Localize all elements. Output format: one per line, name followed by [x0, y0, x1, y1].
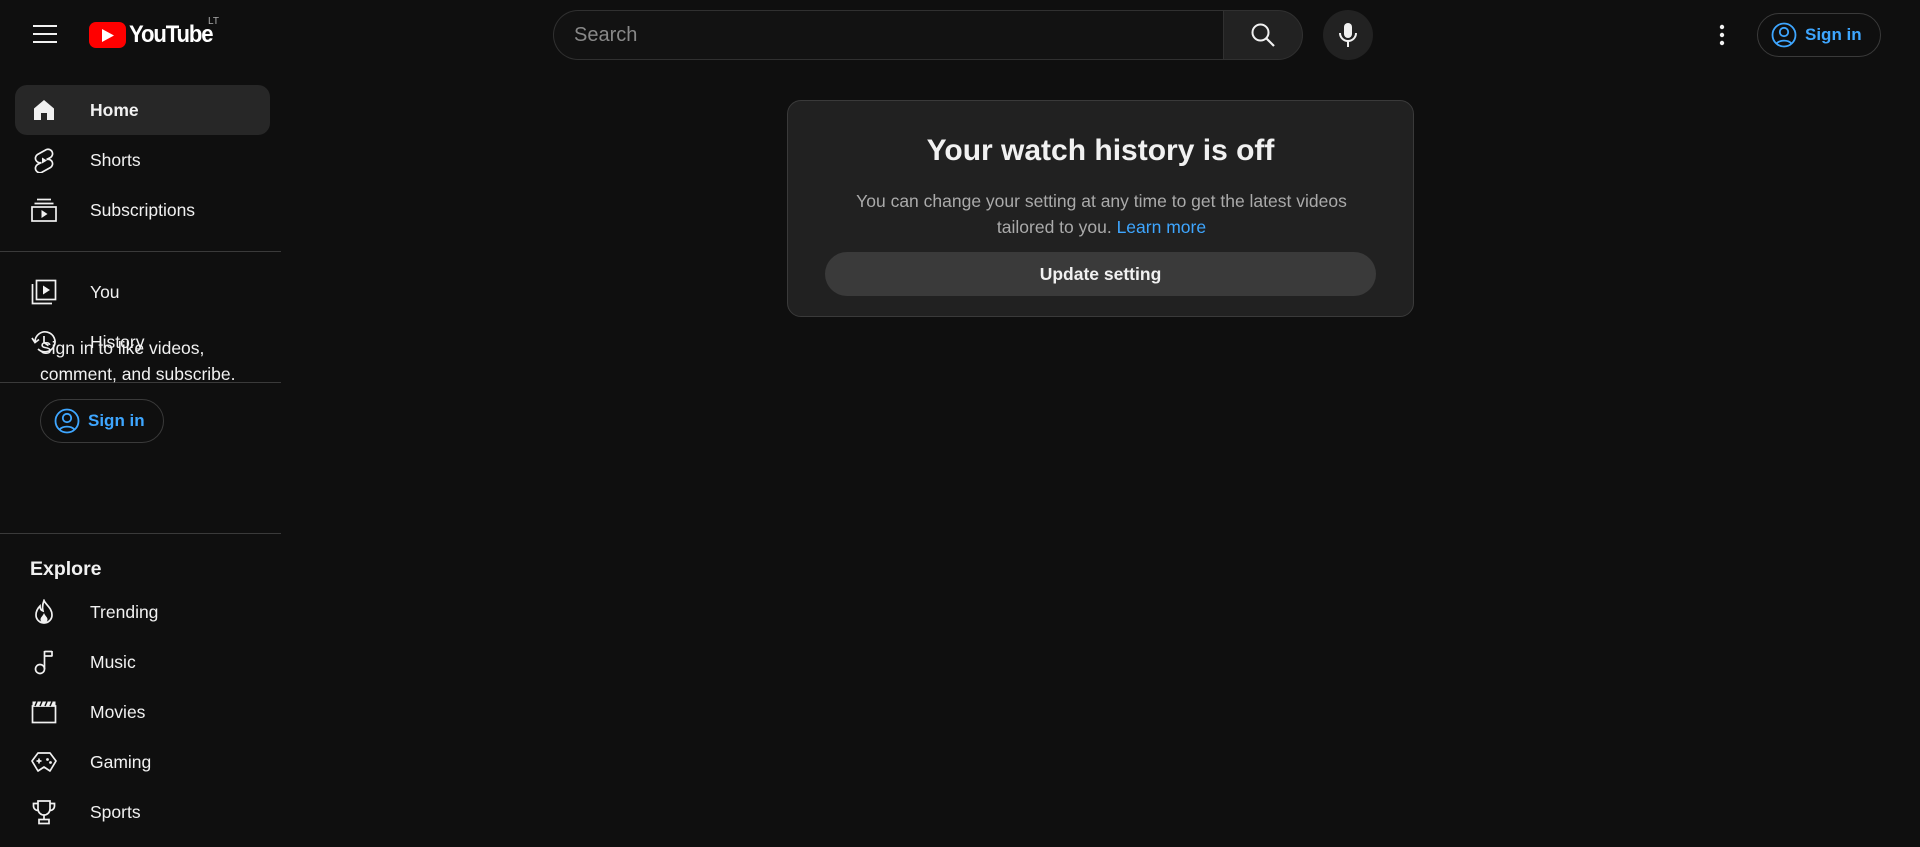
sidebar-item-label: You	[90, 281, 120, 302]
microphone-icon	[1339, 23, 1357, 47]
sidebar-item-label: Shorts	[90, 149, 141, 170]
card-title: Your watch history is off	[926, 134, 1275, 167]
account-icon	[1771, 22, 1797, 48]
sidebar-item-label: Movies	[90, 701, 146, 722]
subscriptions-icon	[29, 195, 59, 225]
youtube-logo[interactable]: YouTube LT	[89, 16, 220, 50]
watch-history-off-card: Your watch history is off You can change…	[787, 100, 1414, 317]
sidebar-item-label: Sports	[90, 801, 141, 822]
explore-section-title: Explore	[30, 558, 102, 580]
sign-in-label: Sign in	[1805, 25, 1862, 44]
search-icon	[1251, 23, 1275, 47]
sidebar-item-label: Music	[90, 651, 136, 672]
sidebar-item-music[interactable]: Music	[15, 637, 270, 687]
card-description: You can change your setting at any time …	[838, 188, 1365, 240]
search-bar	[553, 10, 1303, 60]
sidebar-item-label: Gaming	[90, 751, 152, 772]
gaming-icon	[29, 747, 59, 777]
more-vertical-icon	[1719, 24, 1725, 46]
search-input[interactable]	[553, 10, 1223, 60]
sidebar-item-label: Trending	[90, 601, 159, 622]
sidebar-divider	[0, 533, 281, 534]
masthead: YouTube LT Sign in	[0, 0, 1920, 68]
sidebar-item-you[interactable]: You	[15, 267, 270, 317]
you-icon	[29, 277, 59, 307]
sidebar-item-trending[interactable]: Trending	[15, 587, 270, 637]
update-setting-button[interactable]: Update setting	[825, 252, 1376, 296]
trending-icon	[29, 597, 59, 627]
shorts-icon	[29, 145, 59, 175]
sidebar-item-gaming[interactable]: Gaming	[15, 737, 270, 787]
youtube-play-icon	[89, 22, 126, 48]
hamburger-menu-icon[interactable]	[21, 14, 69, 54]
voice-search-button[interactable]	[1323, 10, 1373, 60]
sidebar-item-label: Subscriptions	[90, 199, 196, 220]
sidebar-item-subscriptions[interactable]: Subscriptions	[15, 185, 270, 235]
sidebar-item-label: Home	[90, 99, 139, 120]
logo-wordmark: YouTube	[129, 21, 214, 48]
sidebar-item-shorts[interactable]: Shorts	[15, 135, 270, 185]
account-icon	[54, 408, 80, 434]
country-code: LT	[208, 16, 219, 27]
sidebar-item-home[interactable]: Home	[15, 85, 270, 135]
music-icon	[29, 647, 59, 677]
sports-icon	[29, 797, 59, 827]
sidebar: Home Shorts Subscriptions You History Si…	[0, 68, 281, 847]
learn-more-link[interactable]: Learn more	[1117, 217, 1207, 237]
movies-icon	[29, 697, 59, 727]
header-sign-in-button[interactable]: Sign in	[1757, 13, 1881, 57]
search-button[interactable]	[1223, 10, 1303, 60]
settings-more-button[interactable]	[1702, 15, 1742, 55]
sidebar-divider	[0, 251, 281, 252]
sign-in-prompt-text: Sign in to like videos, comment, and sub…	[40, 338, 236, 384]
sign-in-label: Sign in	[88, 411, 145, 430]
card-description-text: You can change your setting at any time …	[856, 191, 1347, 237]
sidebar-item-sports[interactable]: Sports	[15, 787, 270, 837]
home-icon	[29, 95, 59, 125]
sidebar-item-movies[interactable]: Movies	[15, 687, 270, 737]
sidebar-sign-in-button[interactable]: Sign in	[40, 399, 164, 443]
